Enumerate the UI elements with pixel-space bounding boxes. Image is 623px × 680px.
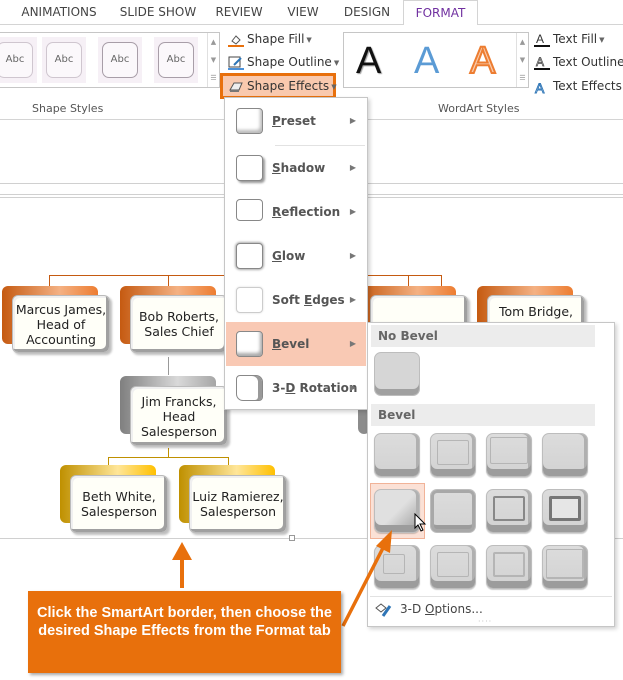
org-node-bob-roberts[interactable]: Bob Roberts, Sales Chief (130, 295, 228, 353)
menu-item-shadow[interactable]: Shadow ▶ (226, 146, 366, 190)
bevel-icon (236, 331, 263, 357)
wordart-style-blue[interactable]: A (414, 39, 439, 83)
glow-icon (236, 243, 263, 269)
scroll-up-icon[interactable]: ▲ (208, 33, 219, 51)
bevel-option-circle[interactable] (374, 433, 420, 477)
gallery-scroll: ▲ ▼ ☰ (207, 33, 219, 87)
submenu-arrow-icon: ▶ (349, 383, 356, 392)
svg-text:A: A (536, 33, 544, 46)
shape-effects-icon (228, 80, 244, 94)
soft-edges-icon (236, 287, 263, 313)
dropdown-caret-icon: ▼ (333, 58, 340, 67)
ribbon-tab-bar: ANIMATIONS SLIDE SHOW REVIEW VIEW DESIGN… (0, 0, 623, 26)
3d-options-icon (374, 602, 392, 621)
scroll-down-icon[interactable]: ▼ (208, 51, 219, 69)
submenu-arrow-icon: ▶ (349, 116, 356, 125)
mouse-cursor-icon (414, 513, 427, 532)
tab-format[interactable]: FORMAT (403, 0, 478, 26)
scroll-up-icon[interactable]: ▲ (517, 33, 528, 51)
text-outline-button[interactable]: A Text Outline▼ (534, 52, 623, 72)
shadow-icon (236, 155, 263, 181)
no-bevel-option[interactable] (374, 352, 420, 396)
svg-text:A: A (535, 80, 545, 94)
shape-style-swatch[interactable]: Abc (98, 37, 142, 83)
connector-line (168, 357, 169, 375)
shape-effects-label[interactable]: Shape Effects ▼ (228, 76, 337, 96)
dropdown-caret-icon: ▼ (599, 35, 605, 44)
bevel-option-convex[interactable] (486, 489, 532, 533)
scroll-down-icon[interactable]: ▼ (517, 51, 528, 69)
dropdown-caret-icon: ▼ (331, 82, 337, 91)
shape-styles-gallery: Abc Abc Abc Abc ▲ ▼ ☰ (0, 32, 220, 88)
shape-style-swatch[interactable]: Abc (0, 37, 37, 83)
menu-item-soft-edges[interactable]: Soft Edges ▶ (226, 278, 366, 322)
tab-view[interactable]: VIEW (276, 0, 330, 25)
tab-slide-show[interactable]: SLIDE SHOW (112, 0, 204, 25)
bevel-option-relaxed-inset[interactable] (430, 433, 476, 477)
text-outline-icon: A (534, 54, 550, 70)
text-fill-icon: A (534, 32, 550, 47)
org-node-marcus-james[interactable]: Marcus James, Head of Accounting (12, 295, 110, 353)
connector-line (228, 457, 229, 465)
pencil-outline-icon (228, 56, 244, 70)
wordart-gallery: A A A ▲ ▼ ☰ (343, 32, 529, 88)
wordart-style-black[interactable]: A (356, 39, 381, 83)
reflection-icon (236, 199, 263, 221)
tab-review[interactable]: REVIEW (208, 0, 270, 25)
shape-styles-group-label: Shape Styles (32, 102, 104, 115)
resize-grip-icon[interactable]: ···· (478, 617, 492, 626)
bevel-option-art-deco[interactable] (542, 545, 588, 589)
submenu-arrow-icon: ▶ (349, 251, 356, 260)
paint-bucket-icon (228, 33, 244, 47)
shape-effects-menu: Preset ▶ Shadow ▶ Reflection ▶ Glow ▶ So… (224, 97, 368, 410)
connector-line (108, 457, 109, 465)
resize-handle[interactable] (289, 535, 295, 541)
org-node-jim-francks[interactable]: Jim Francks, Head Salesperson (130, 386, 228, 446)
bevel-option-divot[interactable] (374, 545, 420, 589)
no-bevel-header: No Bevel (371, 325, 595, 347)
text-effects-icon: A (534, 79, 550, 96)
preset-icon (236, 108, 263, 134)
dropdown-caret-icon: ▼ (306, 35, 312, 44)
shape-outline-button[interactable]: Shape Outline ▼ (228, 52, 339, 72)
menu-item-3d-rotation[interactable]: 3-D Rotation ▶ (226, 366, 366, 410)
connector-line (108, 457, 229, 458)
svg-text:A: A (536, 56, 544, 69)
menu-item-bevel[interactable]: Bevel ▶ (226, 322, 366, 366)
org-node-beth-white[interactable]: Beth White, Salesperson (70, 475, 168, 533)
wordart-scroll: ▲ ▼ ☰ (516, 33, 528, 87)
shape-style-swatch[interactable]: Abc (42, 37, 86, 83)
tab-animations[interactable]: ANIMATIONS (10, 0, 108, 25)
shape-style-swatch[interactable]: Abc (154, 37, 198, 83)
bevel-option-riblet[interactable] (430, 545, 476, 589)
gallery-more-icon[interactable]: ☰ (208, 69, 219, 87)
shape-fill-button[interactable]: Shape Fill ▼ (228, 29, 312, 49)
submenu-arrow-icon: ▶ (349, 207, 356, 216)
instruction-callout: Click the SmartArt border, then choose t… (28, 591, 341, 673)
text-effects-button[interactable]: A Text Effects▼ (534, 76, 623, 96)
submenu-arrow-icon: ▶ (349, 339, 356, 348)
menu-separator (370, 596, 612, 597)
wordart-style-orange[interactable]: A (469, 39, 496, 83)
3d-rotation-icon (236, 375, 263, 401)
bevel-option-cool-slant[interactable] (542, 433, 588, 477)
bevel-option-soft-round[interactable] (430, 489, 476, 533)
bevel-option-cross[interactable] (486, 433, 532, 477)
submenu-arrow-icon: ▶ (349, 295, 356, 304)
tab-design[interactable]: DESIGN (336, 0, 398, 25)
menu-item-glow[interactable]: Glow ▶ (226, 234, 366, 278)
gallery-more-icon[interactable]: ☰ (517, 69, 528, 87)
menu-item-reflection[interactable]: Reflection ▶ (226, 190, 366, 234)
bevel-option-hard-edge[interactable] (486, 545, 532, 589)
text-fill-button[interactable]: A Text Fill ▼ (534, 29, 605, 49)
bevel-submenu: No Bevel Bevel 3-D Options... ···· (367, 322, 615, 627)
menu-item-preset[interactable]: Preset ▶ (226, 99, 366, 143)
org-node-luiz-ramierez[interactable]: Luiz Ramierez, Salesperson (189, 475, 287, 533)
submenu-arrow-icon: ▶ (349, 163, 356, 172)
bevel-option-slope[interactable] (542, 489, 588, 533)
bevel-header: Bevel (371, 404, 595, 426)
wordart-styles-group-label: WordArt Styles (438, 102, 520, 115)
